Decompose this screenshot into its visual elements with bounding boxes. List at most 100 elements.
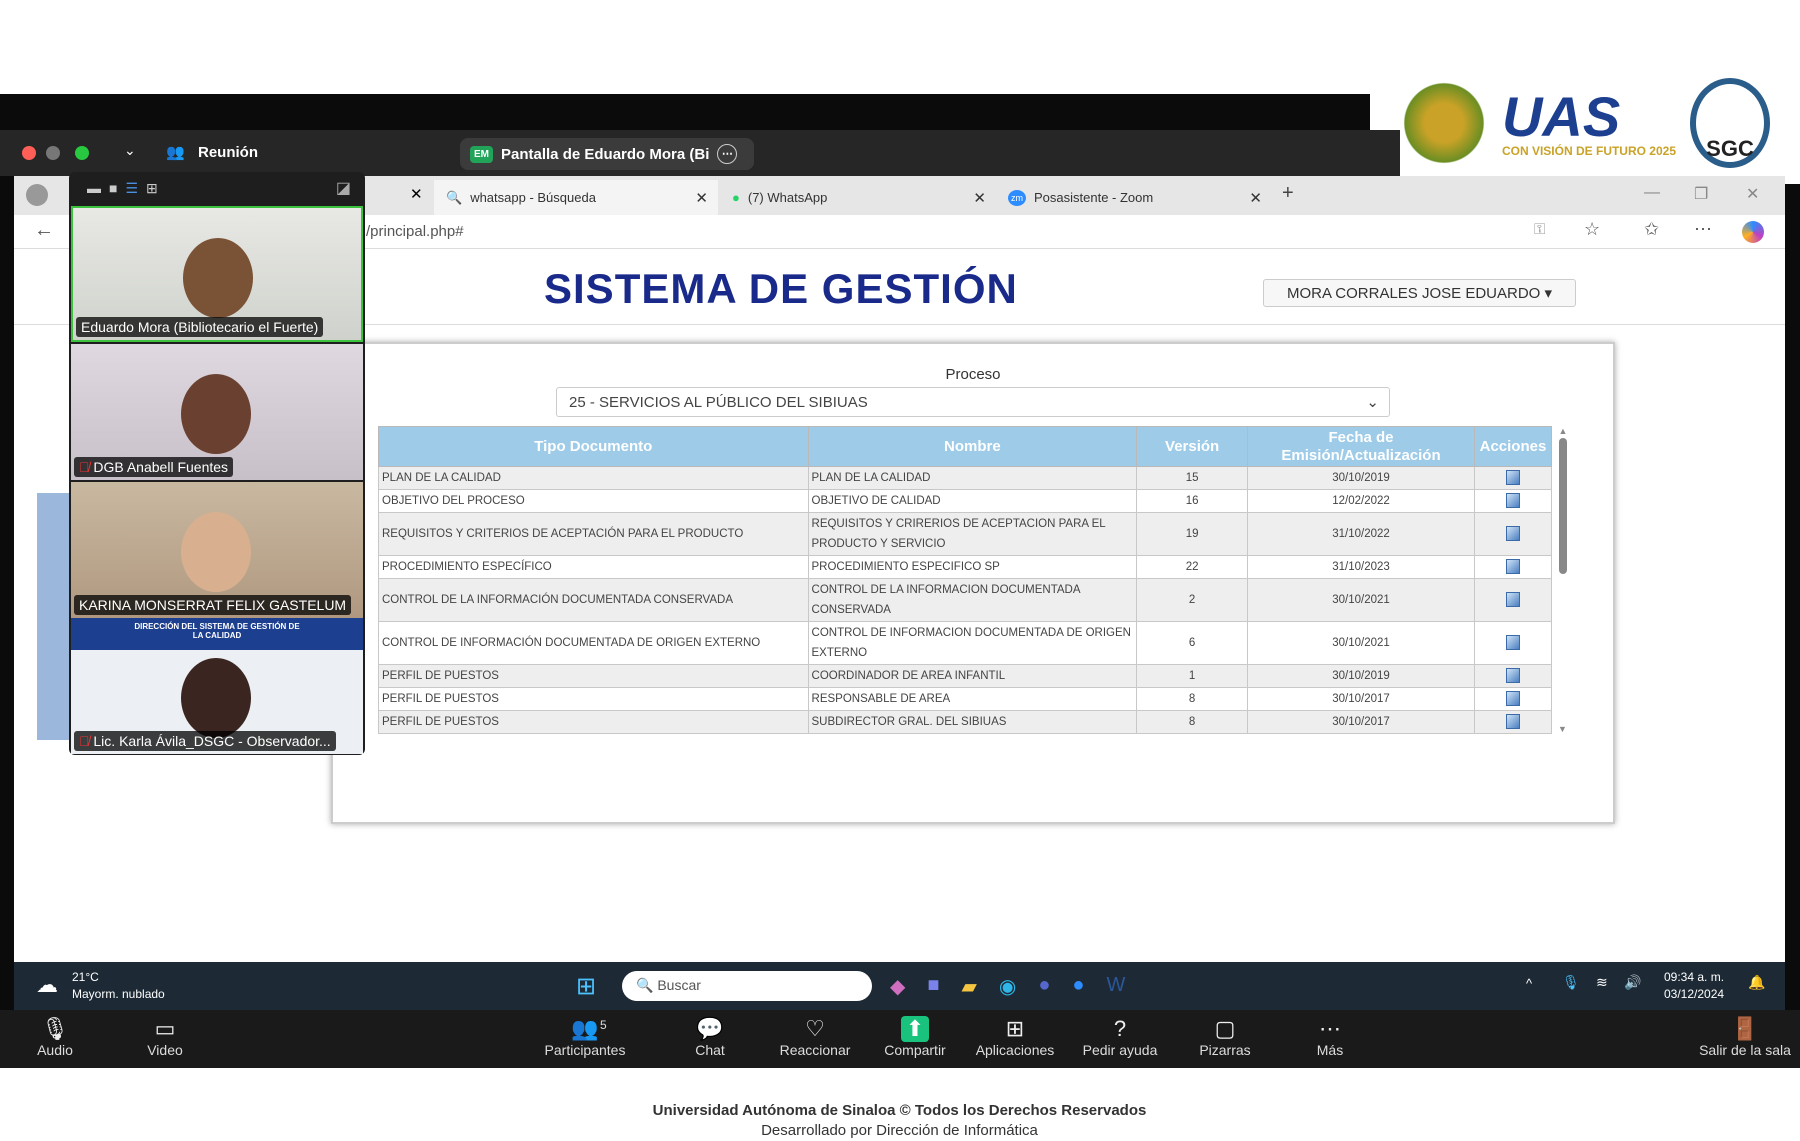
view-document-icon[interactable] [1505,493,1520,509]
zoom-app-icon[interactable]: ● [1072,974,1084,999]
table-scrollbar[interactable]: ▲ ▼ [1558,426,1568,734]
app-icon[interactable]: ◆ [890,974,905,999]
chevron-down-icon[interactable]: ⌄ [124,142,136,159]
weather-temp[interactable]: 21°C [72,970,99,984]
fecha-cell: 30/10/2021 [1247,621,1475,665]
acciones-cell [1473,687,1552,711]
column-header: Tipo Documento [378,426,809,467]
pop-out-icon[interactable]: ◪ [336,178,351,198]
profile-avatar[interactable] [26,184,48,206]
view-document-icon[interactable] [1505,470,1520,486]
documents-panel: Proceso 25 - SERVICIOS AL PÚBLICO DEL SI… [331,342,1615,824]
app-icon[interactable]: ● [1038,974,1050,999]
version-cell: 15 [1136,466,1249,490]
copilot-icon[interactable] [1742,221,1764,243]
video-button[interactable]: ▭ Video [120,1016,210,1058]
windows-start-icon[interactable]: ⊞ [576,972,596,1001]
teams-icon[interactable]: ■ [927,974,939,999]
word-icon[interactable]: W [1107,974,1126,999]
button-label: Pizarras [1199,1042,1251,1058]
aplicaciones-button[interactable]: ⊞ Aplicaciones [970,1016,1060,1058]
sidebar-menu[interactable] [37,493,69,740]
microphone-icon[interactable]: 🎙 [1562,974,1580,991]
tab-whatsapp-search[interactable]: 🔍 whatsapp - Búsqueda ✕ [434,180,718,215]
favorites-icon[interactable]: ✩ [1644,219,1659,240]
view-document-icon[interactable] [1505,526,1520,542]
edge-icon[interactable]: ◉ [999,974,1016,999]
participant-tile[interactable]: DIRECCIÓN DEL SISTEMA DE GESTIÓN DE LA C… [71,618,363,754]
notifications-icon[interactable]: 🔔 [1748,974,1765,991]
close-window-button[interactable] [22,146,36,160]
user-menu-button[interactable]: MORA CORRALES JOSE EDUARDO ▾ [1263,279,1576,307]
chat-button[interactable]: 💬 Chat [665,1016,755,1058]
participant-tile[interactable]: Eduardo Mora (Bibliotecario el Fuerte) [71,206,363,342]
url-input[interactable]: /principal.php# [366,223,464,240]
maximize-window-button[interactable] [75,146,89,160]
more-icon[interactable]: ⋯ [717,144,738,164]
view-document-icon[interactable] [1505,635,1520,651]
volume-icon[interactable]: 🔊 [1624,974,1641,991]
tab-zoom[interactable]: zm Posasistente - Zoom ✕ [996,180,1272,215]
compartir-button[interactable]: ⬆ Compartir [870,1016,960,1058]
fecha-cell: 12/02/2022 [1247,489,1475,513]
meeting-label[interactable]: Reunión [198,144,258,161]
participant-video [183,238,253,318]
restore-icon[interactable]: ❐ [1694,184,1708,204]
version-cell: 8 [1136,710,1249,734]
sgc-logo-text: SGC [1706,136,1754,161]
chevron-down-icon: ⌄ [1366,394,1379,411]
button-label: Chat [695,1042,725,1058]
view-document-icon[interactable] [1505,559,1520,575]
reaccionar-button[interactable]: ♡ Reaccionar [770,1016,860,1058]
taskbar-search[interactable]: 🔍 Buscar [622,971,872,1001]
table-row: CONTROL DE INFORMACIÓN DOCUMENTADA DE OR… [378,621,1552,665]
close-tab-icon[interactable]: ✕ [973,189,986,207]
muted-icon: 🎙̸ [79,459,94,475]
key-icon[interactable]: ⚿ [1534,221,1545,238]
acciones-cell [1473,466,1552,490]
participant-tile[interactable]: KARINA MONSERRAT FELIX GASTELUM [71,482,363,618]
salir-de-la-sala-button[interactable]: 🚪 Salir de la sala [1690,1016,1800,1058]
acciones-cell [1473,512,1552,556]
close-tab-icon[interactable]: ✕ [410,185,423,203]
clock-date[interactable]: 03/12/2024 [1664,987,1724,1001]
microphone-icon: 🎙 [41,1016,69,1041]
proceso-select[interactable]: 25 - SERVICIOS AL PÚBLICO DEL SIBIUAS ⌄ [556,387,1390,417]
view-document-icon[interactable] [1505,714,1520,730]
version-cell: 8 [1136,687,1249,711]
close-icon[interactable]: ✕ [1746,184,1759,204]
favorite-star-icon[interactable]: ☆ [1584,219,1600,240]
uas-logo: UAS CON VISIÓN DE FUTURO 2025 [1502,89,1676,158]
pedir-ayuda-button[interactable]: ? Pedir ayuda [1075,1016,1165,1058]
wifi-icon[interactable]: ≋ [1596,974,1608,991]
scroll-up-icon[interactable]: ▲ [1558,426,1568,436]
tab-whatsapp[interactable]: ● (7) WhatsApp ✕ [720,180,996,215]
scroll-down-icon[interactable]: ▼ [1558,724,1567,734]
scrollbar-thumb[interactable] [1559,438,1567,574]
fecha-cell: 30/10/2019 [1247,664,1475,688]
audio-button[interactable]: 🎙 Audio [10,1016,100,1058]
minimize-icon[interactable]: — [1644,184,1660,202]
proceso-value: 25 - SERVICIOS AL PÚBLICO DEL SIBIUAS [569,394,868,411]
view-document-icon[interactable] [1505,691,1520,707]
weather-desc[interactable]: Mayorm. nublado [72,987,165,1001]
close-tab-icon[interactable]: ✕ [1249,189,1262,207]
chevron-up-icon[interactable]: ^ [1526,976,1532,991]
view-document-icon[interactable] [1505,668,1520,684]
close-tab-icon[interactable]: ✕ [695,189,708,207]
view-document-icon[interactable] [1505,592,1520,608]
gallery-view-options[interactable]: ▬■☰⊞ [87,180,166,197]
nombre-cell: COORDINADOR DE AREA INFANTIL [807,664,1138,688]
minimize-window-button[interactable] [46,146,60,160]
new-tab-button[interactable]: + [1282,182,1294,205]
participant-tile[interactable]: 🎙̸ DGB Anabell Fuentes [71,344,363,480]
clock-time[interactable]: 09:34 a. m. [1664,970,1724,984]
tipo-documento-cell: PERFIL DE PUESTOS [378,687,809,711]
m-s-button[interactable]: ⋯ Más [1285,1016,1375,1058]
screen-share-indicator[interactable]: EM Pantalla de Eduardo Mora (Bi ⋯ [460,138,754,170]
back-icon[interactable]: ← [34,219,54,242]
participantes-button[interactable]: 👥 5 Participantes [540,1016,630,1058]
pizarras-button[interactable]: ▢ Pizarras [1180,1016,1270,1058]
menu-icon[interactable]: ⋯ [1694,219,1712,240]
file-explorer-icon[interactable]: ▰ [961,974,976,999]
